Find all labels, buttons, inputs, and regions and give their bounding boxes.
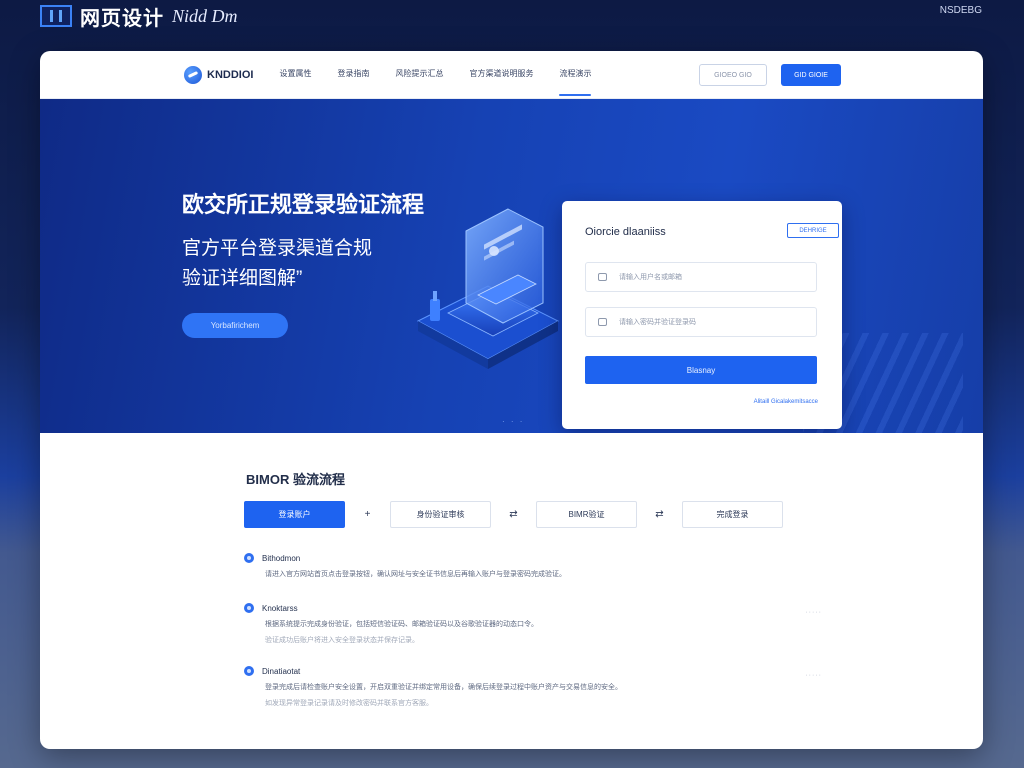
nav-links: 设置属性 登录指南 风险提示汇总 官方渠道说明服务 流程演示	[279, 68, 592, 96]
top-nav: KNDDIOI 设置属性 登录指南 风险提示汇总 官方渠道说明服务 流程演示 G…	[40, 51, 983, 99]
browser-window: KNDDIOI 设置属性 登录指南 风险提示汇总 官方渠道说明服务 流程演示 G…	[40, 51, 983, 749]
step-description: 验证成功后账户将进入安全登录状态并保存记录。	[265, 637, 419, 644]
step-item: Dinatiaotat 登录完成后请检查账户安全设置，开启双重验证并绑定常用设备…	[244, 666, 821, 708]
hero-title: 欧交所正规登录验证流程	[182, 192, 425, 217]
username-field[interactable]: 请输入用户名或邮箱	[585, 262, 817, 292]
nav-link-demo[interactable]: 流程演示	[559, 68, 592, 96]
password-placeholder: 请输入密码并验证登录码	[619, 319, 696, 326]
step-more-indicator[interactable]: ·····	[805, 609, 822, 616]
login-submit-button[interactable]: Blasnay	[585, 356, 817, 384]
brand-logo-icon	[40, 5, 72, 27]
nav-link-settings[interactable]: 设置属性	[279, 68, 311, 81]
login-card-title: Oiorcie dlaaniiss	[585, 226, 666, 238]
username-placeholder: 请输入用户名或邮箱	[619, 274, 682, 281]
login-card: Oiorcie dlaaniiss DEHRIGE 请输入用户名或邮箱 请输入密…	[562, 201, 842, 429]
brand-bar: 网页设计 Nidd Dm	[40, 2, 238, 30]
hero-subtitle-line1: 官方平台登录渠道合规	[182, 238, 373, 259]
hero-banner: 欧交所正规登录验证流程 官方平台登录渠道合规 验证详细图解” Yorbafiri…	[40, 99, 983, 433]
tab-login-account[interactable]: 登录账户	[244, 501, 345, 528]
login-help-links[interactable]: Alitaill Gicalakemitsacce	[754, 399, 818, 405]
step-name: Knoktarss	[262, 603, 298, 613]
step-tabs: 登录账户 + 身份验证审核 ⇄ BIMR验证 ⇄ 完成登录	[244, 501, 783, 528]
nav-actions: GIOEO GIO GID GIOIE	[699, 64, 841, 86]
nav-link-guide[interactable]: 登录指南	[337, 68, 369, 81]
tab-identity-verification[interactable]: 身份验证审核	[390, 501, 491, 528]
step-item: Bithodmon 请进入官方网站首页点击登录按钮，确认网址与安全证书信息后再输…	[244, 553, 804, 579]
step-description: 登录完成后请检查账户安全设置，开启双重验证并绑定常用设备，确保后续登录过程中账户…	[265, 684, 622, 691]
swap-arrows-icon: ⇄	[655, 509, 664, 520]
site-logo-text: KNDDIOI	[207, 68, 254, 81]
tab-bimr-verification[interactable]: BIMR验证	[536, 501, 637, 528]
step-bullet-icon	[244, 553, 254, 563]
brand-title: 网页设计	[80, 7, 164, 30]
carousel-dots[interactable]: · · ·	[502, 417, 524, 426]
step-item: Knoktarss 根据系统提示完成身份验证，包括短信验证码、邮箱验证码以及谷歌…	[244, 603, 821, 645]
hero-cta-button[interactable]: Yorbafirichem	[182, 313, 288, 338]
user-icon	[598, 273, 607, 281]
corner-label: NSDEBG	[939, 5, 982, 16]
password-field[interactable]: 请输入密码并验证登录码	[585, 307, 817, 337]
site-logo[interactable]: KNDDIOI	[184, 65, 254, 84]
step-description: 如发现异常登录记录请及时修改密码并联系官方客服。	[265, 700, 433, 707]
nav-link-channels[interactable]: 官方渠道说明服务	[469, 68, 533, 81]
step-bullet-icon	[244, 666, 254, 676]
step-description: 根据系统提示完成身份验证，包括短信验证码、邮箱验证码以及谷歌验证器的动态口令。	[265, 621, 538, 628]
hero-subtitle-line2: 验证详细图解”	[182, 268, 303, 289]
step-name: Dinatiaotat	[262, 666, 301, 676]
nav-link-risks[interactable]: 风险提示汇总	[395, 68, 443, 81]
step-bullet-icon	[244, 603, 254, 613]
login-button[interactable]: GIOEO GIO	[699, 64, 767, 86]
step-description: 请进入官方网站首页点击登录按钮，确认网址与安全证书信息后再输入账户与登录密码完成…	[265, 571, 566, 578]
step-more-indicator[interactable]: ·····	[805, 672, 822, 679]
step-name: Bithodmon	[262, 553, 301, 563]
brand-subtitle: Nidd Dm	[172, 5, 238, 26]
login-mode-switch[interactable]: DEHRIGE	[787, 223, 839, 238]
plus-icon: +	[364, 509, 371, 520]
swap-arrows-icon: ⇄	[509, 509, 518, 520]
steps-section-title: BIMOR 验流流程	[246, 472, 345, 487]
register-button[interactable]: GID GIOIE	[781, 64, 841, 86]
isometric-device-illustration	[416, 208, 560, 369]
lock-icon	[598, 318, 607, 326]
tab-complete-login[interactable]: 完成登录	[682, 501, 783, 528]
globe-logo-icon	[184, 65, 202, 84]
